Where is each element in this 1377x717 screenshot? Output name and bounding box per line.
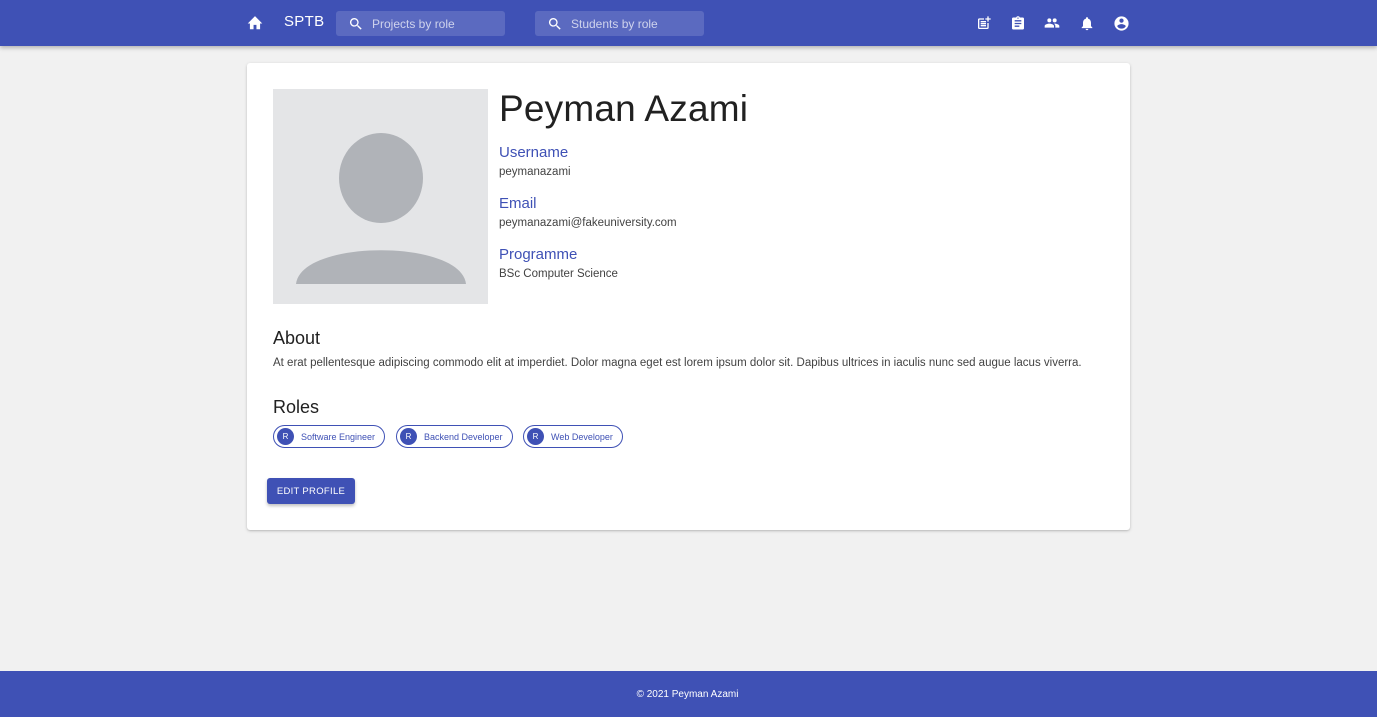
username-label: Username xyxy=(499,144,569,161)
role-chip-backend-developer[interactable]: R Backend Developer xyxy=(396,425,513,448)
profile-avatar xyxy=(273,89,488,304)
search-icon xyxy=(349,17,362,30)
username-value: peymanazami xyxy=(499,166,571,178)
students-search[interactable] xyxy=(535,11,704,36)
programme-label: Programme xyxy=(499,246,578,263)
roles-title: Roles xyxy=(273,397,320,417)
people-icon xyxy=(1044,18,1060,28)
account-circle-icon xyxy=(1113,15,1129,31)
role-label: Web Developer xyxy=(551,431,613,442)
programme-value: BSc Computer Science xyxy=(499,268,618,280)
footer: © 2021 Peyman Azami xyxy=(0,671,1377,717)
person-placeholder-icon xyxy=(296,133,466,284)
role-chip-software-engineer[interactable]: R Software Engineer xyxy=(273,425,386,448)
profile-card: Peyman Azami Username peymanazami Email … xyxy=(247,63,1130,530)
assignment-button[interactable] xyxy=(1007,12,1029,34)
assignment-icon xyxy=(1012,15,1024,29)
edit-profile-button[interactable]: EDIT PROFILE xyxy=(267,478,355,504)
projects-search[interactable] xyxy=(336,11,505,36)
search-icon xyxy=(548,17,561,30)
about-text: At erat pellentesque adipiscing commodo … xyxy=(273,357,1082,369)
email-label: Email xyxy=(499,195,537,212)
people-button[interactable] xyxy=(1041,12,1063,34)
role-label: Software Engineer xyxy=(301,431,376,442)
role-chip-web-developer[interactable]: R Web Developer xyxy=(523,425,623,448)
home-icon xyxy=(247,16,263,30)
post-add-button[interactable] xyxy=(973,12,995,34)
notifications-button[interactable] xyxy=(1076,12,1098,34)
notifications-icon xyxy=(1081,16,1093,30)
footer-copyright: © 2021 Peyman Azami xyxy=(636,688,739,700)
account-button[interactable] xyxy=(1110,12,1132,34)
role-label: Backend Developer xyxy=(424,431,503,442)
email-value: peymanazami@fakeuniversity.com xyxy=(499,217,677,229)
role-avatar: R xyxy=(400,428,417,445)
profile-name: Peyman Azami xyxy=(499,88,749,129)
projects-search-input[interactable] xyxy=(372,16,502,31)
app-bar: SPTB xyxy=(0,0,1377,46)
role-avatar: R xyxy=(277,428,294,445)
role-avatar: R xyxy=(527,428,544,445)
home-button[interactable] xyxy=(244,11,266,33)
about-title: About xyxy=(273,328,321,348)
app-brand[interactable]: SPTB xyxy=(284,13,324,30)
students-search-input[interactable] xyxy=(571,16,701,31)
post-add-icon xyxy=(978,16,991,29)
